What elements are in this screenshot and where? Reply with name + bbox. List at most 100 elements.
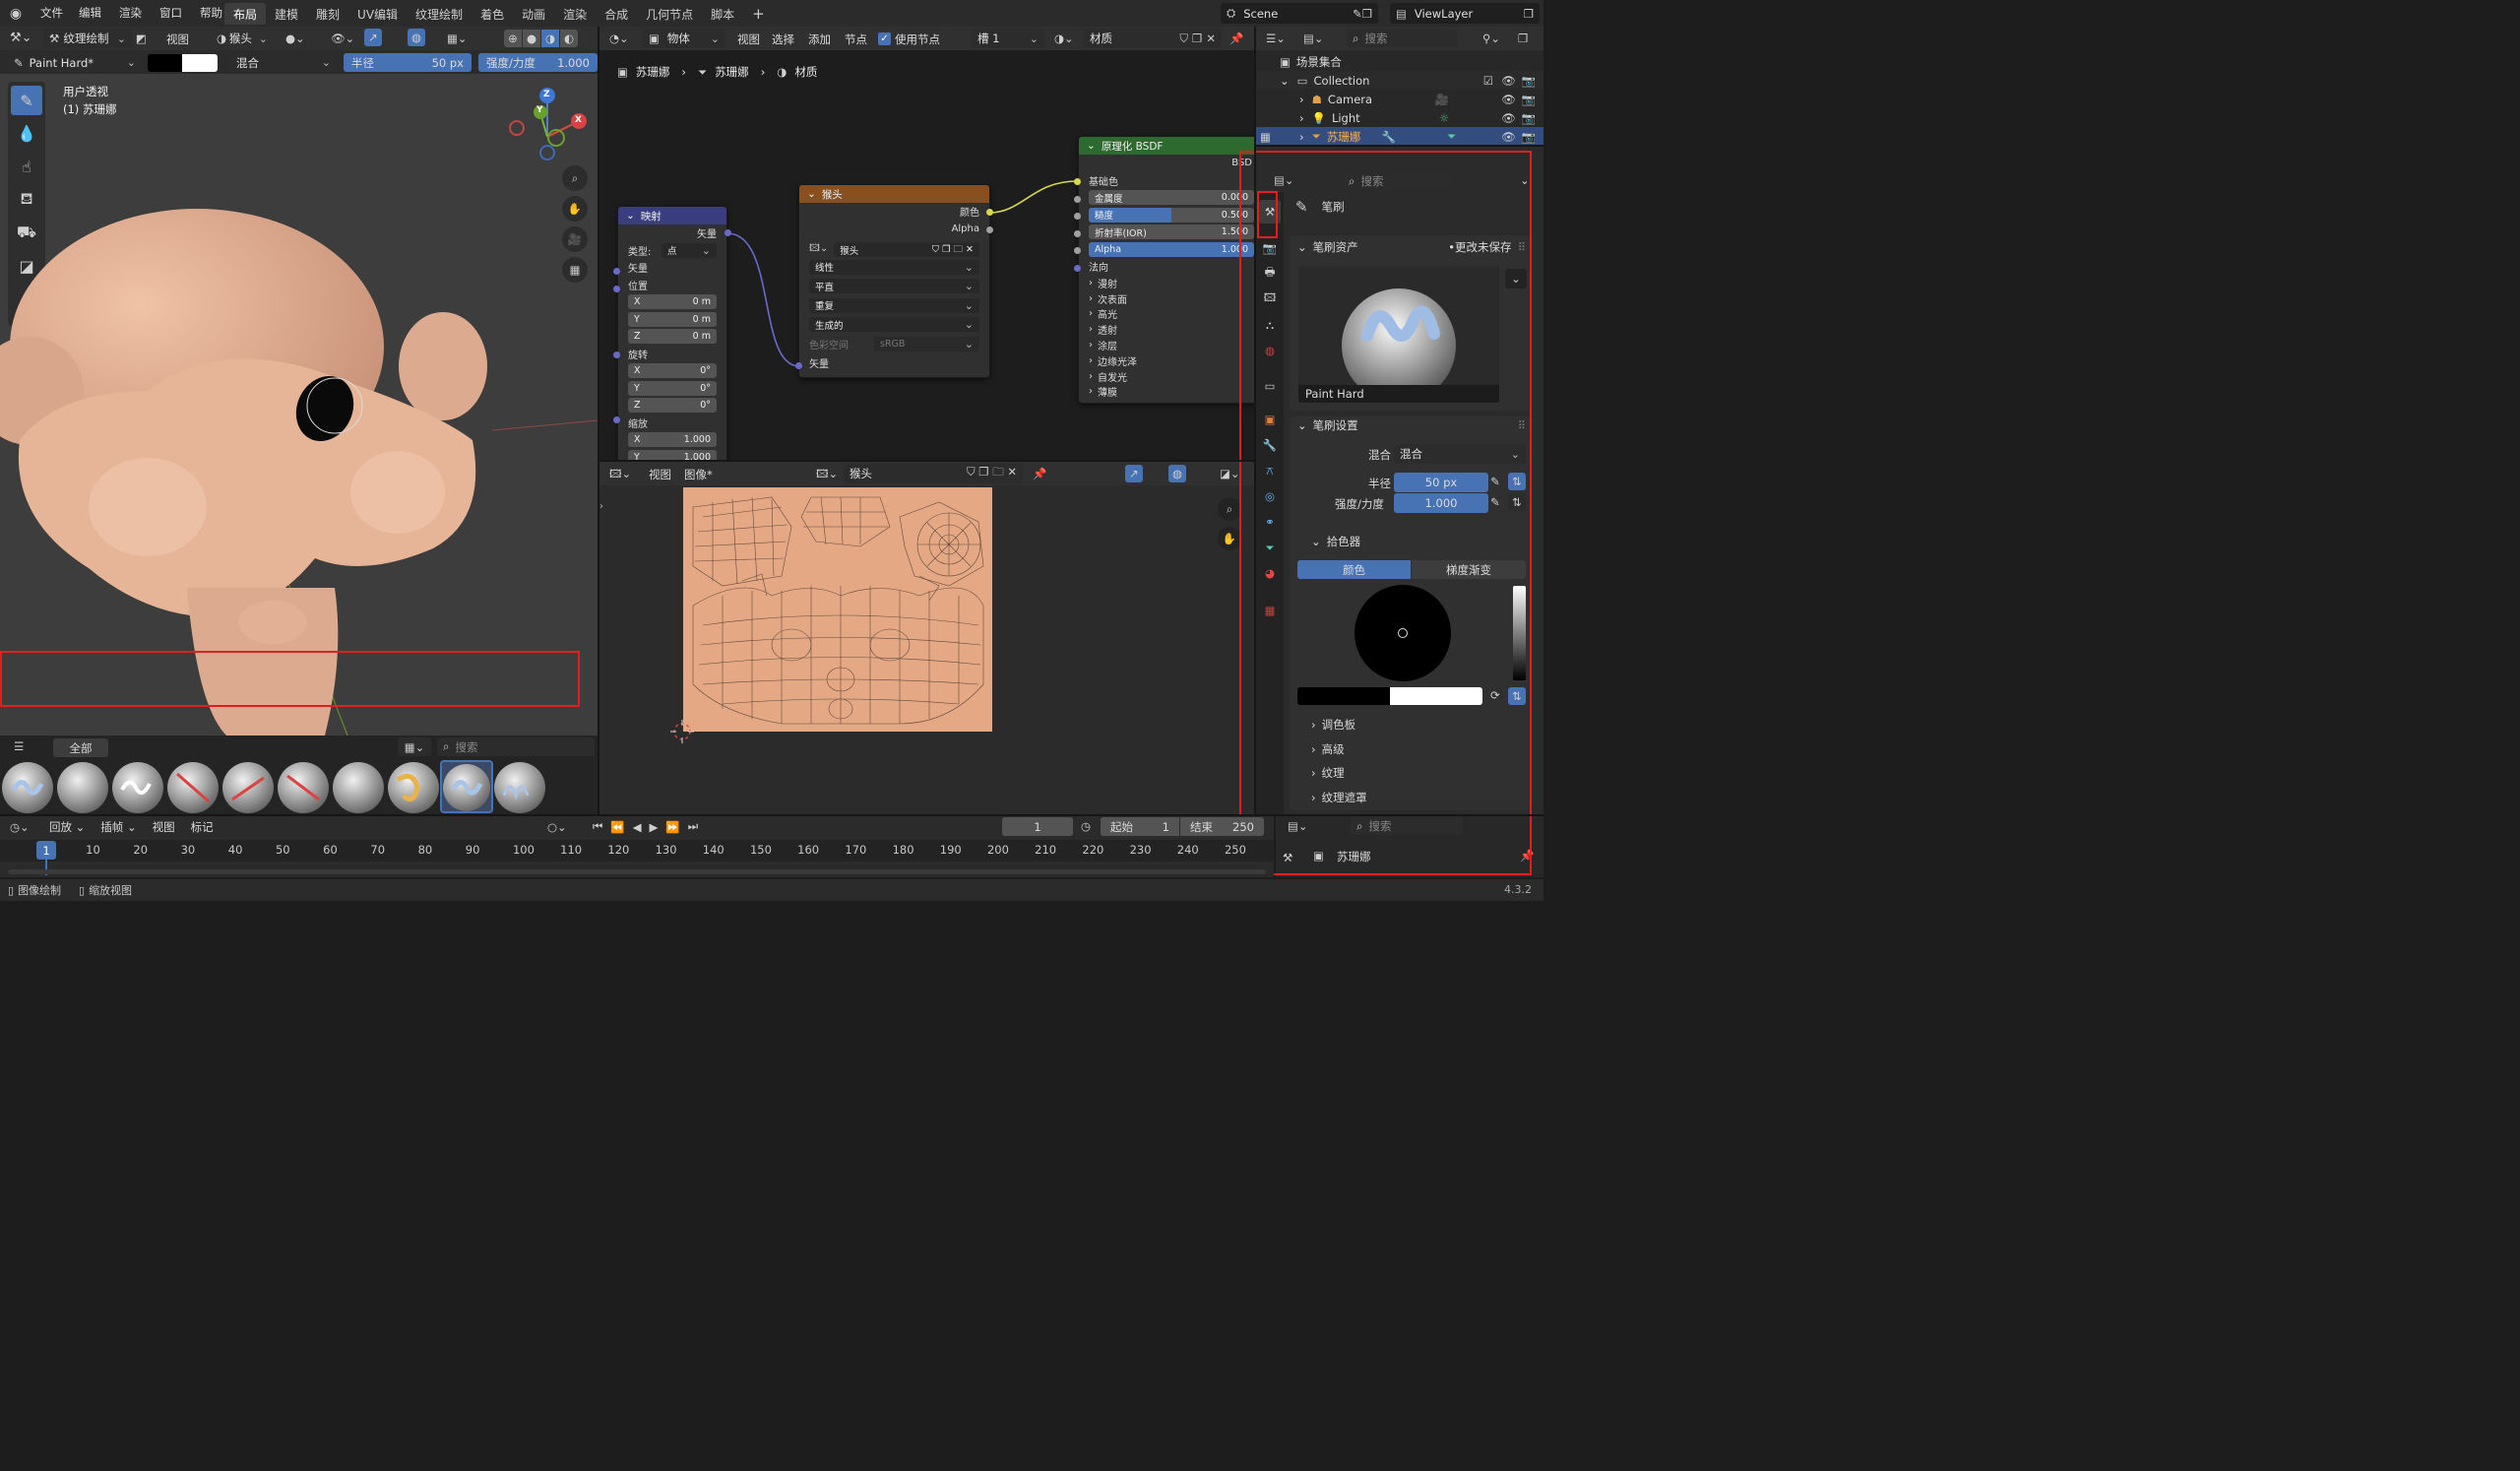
- camera-render-icon[interactable]: 📷: [1522, 93, 1536, 106]
- bsdf-normal-socket[interactable]: [1074, 265, 1081, 272]
- mapping-loc-x[interactable]: X 0 m: [618, 293, 726, 311]
- image-editor-area[interactable]: 🖾⌄ 视图 图像* 🖾⌄ 猴头 ⛉ ❐ 🗀 ✕ 📌 ↗ ◍ ◪⌄ ⌕ ✋ ›: [599, 462, 1254, 814]
- outliner-filter-icon[interactable]: ⚲⌄: [1482, 32, 1500, 45]
- workspace-tab-uv[interactable]: UV编辑: [348, 3, 407, 25]
- rendered-shading-icon[interactable]: ◐: [560, 30, 578, 47]
- editor-type-icon[interactable]: ⚒⌄: [10, 31, 32, 45]
- bsdf-ior[interactable]: 折射率(IOR) 1.500: [1079, 224, 1254, 241]
- shelf-search-input[interactable]: ⌕ 搜索: [437, 737, 595, 756]
- bsdf-metallic[interactable]: 金属度 0.000: [1079, 189, 1254, 207]
- texture-slot-dropdown[interactable]: ◑ 猴头: [211, 29, 274, 48]
- bsdf-panel-5[interactable]: › 边缘光泽: [1079, 352, 1254, 368]
- mapping-loc-socket[interactable]: [613, 286, 620, 292]
- play-reverse-icon[interactable]: ◀: [633, 819, 642, 834]
- brush-falloff-icon[interactable]: ●⌄: [285, 32, 305, 45]
- wireframe-shading-icon[interactable]: ⊕: [504, 30, 522, 47]
- radius-field[interactable]: 半径 50 px: [344, 53, 472, 72]
- bsdf-panel-4[interactable]: › 涂层: [1079, 338, 1254, 353]
- end-frame-field[interactable]: 结束 250: [1180, 817, 1264, 836]
- new-collection-icon[interactable]: ❐: [1518, 32, 1528, 45]
- image-editor-image-menu[interactable]: 图像*: [684, 467, 713, 482]
- overlay-icon[interactable]: ◍: [408, 29, 425, 46]
- marker-menu[interactable]: 标记: [191, 819, 214, 835]
- timeline-type-icon[interactable]: ◷⌄: [10, 820, 30, 834]
- new-scene-icon[interactable]: ❐: [1362, 7, 1372, 21]
- brush-thumb-6[interactable]: [278, 762, 329, 813]
- collection-eye-icon[interactable]: 👁: [1501, 74, 1516, 88]
- image-overlay-icon[interactable]: ◍: [1168, 465, 1186, 482]
- outliner-search[interactable]: ⌕ 搜索: [1347, 30, 1457, 47]
- xray-icon[interactable]: ▦⌄: [447, 32, 468, 45]
- image-color-socket[interactable]: [986, 209, 993, 216]
- bsdf-alpha-socket[interactable]: [1074, 247, 1081, 254]
- workspace-tab-scripting[interactable]: 脚本: [702, 3, 743, 25]
- suzanne-render-icon[interactable]: 📷: [1522, 130, 1536, 144]
- play-icon[interactable]: ▶: [650, 819, 659, 834]
- playhead[interactable]: 1: [36, 841, 56, 860]
- primary-color-swatch[interactable]: [148, 54, 182, 72]
- smear-tool-icon[interactable]: ☝: [11, 152, 42, 181]
- image-display-channels-icon[interactable]: ◪⌄: [1220, 467, 1240, 480]
- image-interp-row[interactable]: 线性: [799, 259, 989, 277]
- workspace-tab-shading[interactable]: 着色: [472, 3, 513, 25]
- brush-thumb-4[interactable]: [167, 762, 219, 813]
- bsdf-panel-3[interactable]: › 透射: [1079, 322, 1254, 338]
- auto-keying-icon[interactable]: ○⌄: [547, 820, 567, 834]
- suzanne-expand-icon[interactable]: ›: [1299, 130, 1304, 144]
- light-eye-icon[interactable]: 👁: [1501, 111, 1516, 125]
- collection-check-icon[interactable]: ☑: [1483, 74, 1493, 88]
- blender-logo-icon[interactable]: ◉: [7, 5, 25, 23]
- suzanne-eye-icon[interactable]: 👁: [1501, 130, 1516, 144]
- bsdf-panel-7[interactable]: › 薄膜: [1079, 384, 1254, 400]
- bsdf-roughness[interactable]: 糙度 0.500: [1079, 207, 1254, 224]
- collection-camera-icon[interactable]: 📷: [1522, 74, 1536, 88]
- solid-shading-icon[interactable]: ●: [523, 30, 540, 47]
- bsdf-panel-6[interactable]: › 自发光: [1079, 368, 1254, 384]
- blur-tool-icon[interactable]: 💧: [11, 118, 42, 148]
- prev-keyframe-icon[interactable]: ⏪: [610, 819, 624, 834]
- scene-collection-row[interactable]: ▣ 场景集合: [1256, 52, 1544, 71]
- workspace-tab-geometry-nodes[interactable]: 几何节点: [637, 3, 702, 25]
- workspace-tab-animation[interactable]: 动画: [513, 3, 554, 25]
- bsdf-metallic-socket[interactable]: [1074, 196, 1081, 203]
- image-zoom-icon[interactable]: ⌕: [1218, 497, 1241, 521]
- image-browse-icon[interactable]: 🖾⌄: [809, 241, 828, 258]
- image-source-row[interactable]: 生成的: [799, 316, 989, 334]
- bsdf-panel-1[interactable]: › 次表面: [1079, 290, 1254, 306]
- workspace-tab-modeling[interactable]: 建模: [266, 3, 307, 25]
- gizmo-icon[interactable]: ↗: [364, 29, 382, 46]
- zoom-view-icon[interactable]: ⌕: [562, 165, 588, 191]
- image-pan-icon[interactable]: ✋: [1218, 527, 1241, 550]
- outliner-row-suzanne[interactable]: ▦ › ⏷ 苏珊娜 🔧 ⏷ 👁 📷: [1256, 127, 1544, 145]
- draw-tool-icon[interactable]: ✎: [11, 86, 42, 115]
- image-proj-row[interactable]: 平直: [799, 278, 989, 295]
- brush-thumb-10[interactable]: [494, 762, 545, 813]
- modifier-icon[interactable]: 🔧: [1382, 130, 1396, 144]
- menu-file[interactable]: 文件: [33, 5, 70, 21]
- current-frame-field[interactable]: 1: [1002, 817, 1073, 836]
- divider-h3[interactable]: [1256, 145, 1544, 147]
- mapping-rot-y[interactable]: Y 0°: [618, 380, 726, 398]
- menu-render[interactable]: 渲染: [110, 5, 151, 21]
- outliner-row-collection[interactable]: ⌄ ▭ Collection ☑ 👁 📷: [1256, 71, 1544, 90]
- keying-menu[interactable]: 插帧 ⌄: [100, 819, 136, 835]
- camera-data-icon[interactable]: 🎥: [1383, 93, 1501, 106]
- outliner-display-mode-icon[interactable]: ▤⌄: [1303, 32, 1324, 45]
- playback-menu[interactable]: 回放 ⌄: [49, 819, 85, 835]
- mapping-type-dropdown[interactable]: 点: [662, 242, 717, 258]
- blend-dropdown[interactable]: 混合: [230, 53, 337, 72]
- workspace-tab-rendering[interactable]: 渲染: [554, 3, 596, 25]
- pin-icon[interactable]: ✎: [1353, 7, 1362, 21]
- principled-bsdf-node[interactable]: ⌄ 原理化 BSDF BSD 基础色 金属度 0.000 糙度 0.500 折射率(…: [1078, 136, 1254, 404]
- mapping-rot-z[interactable]: Z 0°: [618, 397, 726, 415]
- uv-canvas[interactable]: [683, 487, 992, 732]
- jump-end-icon[interactable]: ⏭: [688, 819, 698, 834]
- image-editor-type-icon[interactable]: 🖾⌄: [609, 467, 631, 485]
- node-editor-area[interactable]: ◔⌄ ▣ 物体 视图 选择 添加 节点 ✓ 使用节点 槽 1 ◑⌄ 材质 ⛉ ❐…: [599, 27, 1254, 460]
- light-expand-icon[interactable]: ›: [1299, 111, 1304, 125]
- bsdf-ior-socket[interactable]: [1074, 230, 1081, 237]
- secondary-color-swatch[interactable]: [182, 54, 218, 72]
- bsdf-roughness-socket[interactable]: [1074, 213, 1081, 220]
- sidebar-toggle-left[interactable]: ›: [599, 501, 603, 512]
- mapping-rot-x[interactable]: X 0°: [618, 362, 726, 380]
